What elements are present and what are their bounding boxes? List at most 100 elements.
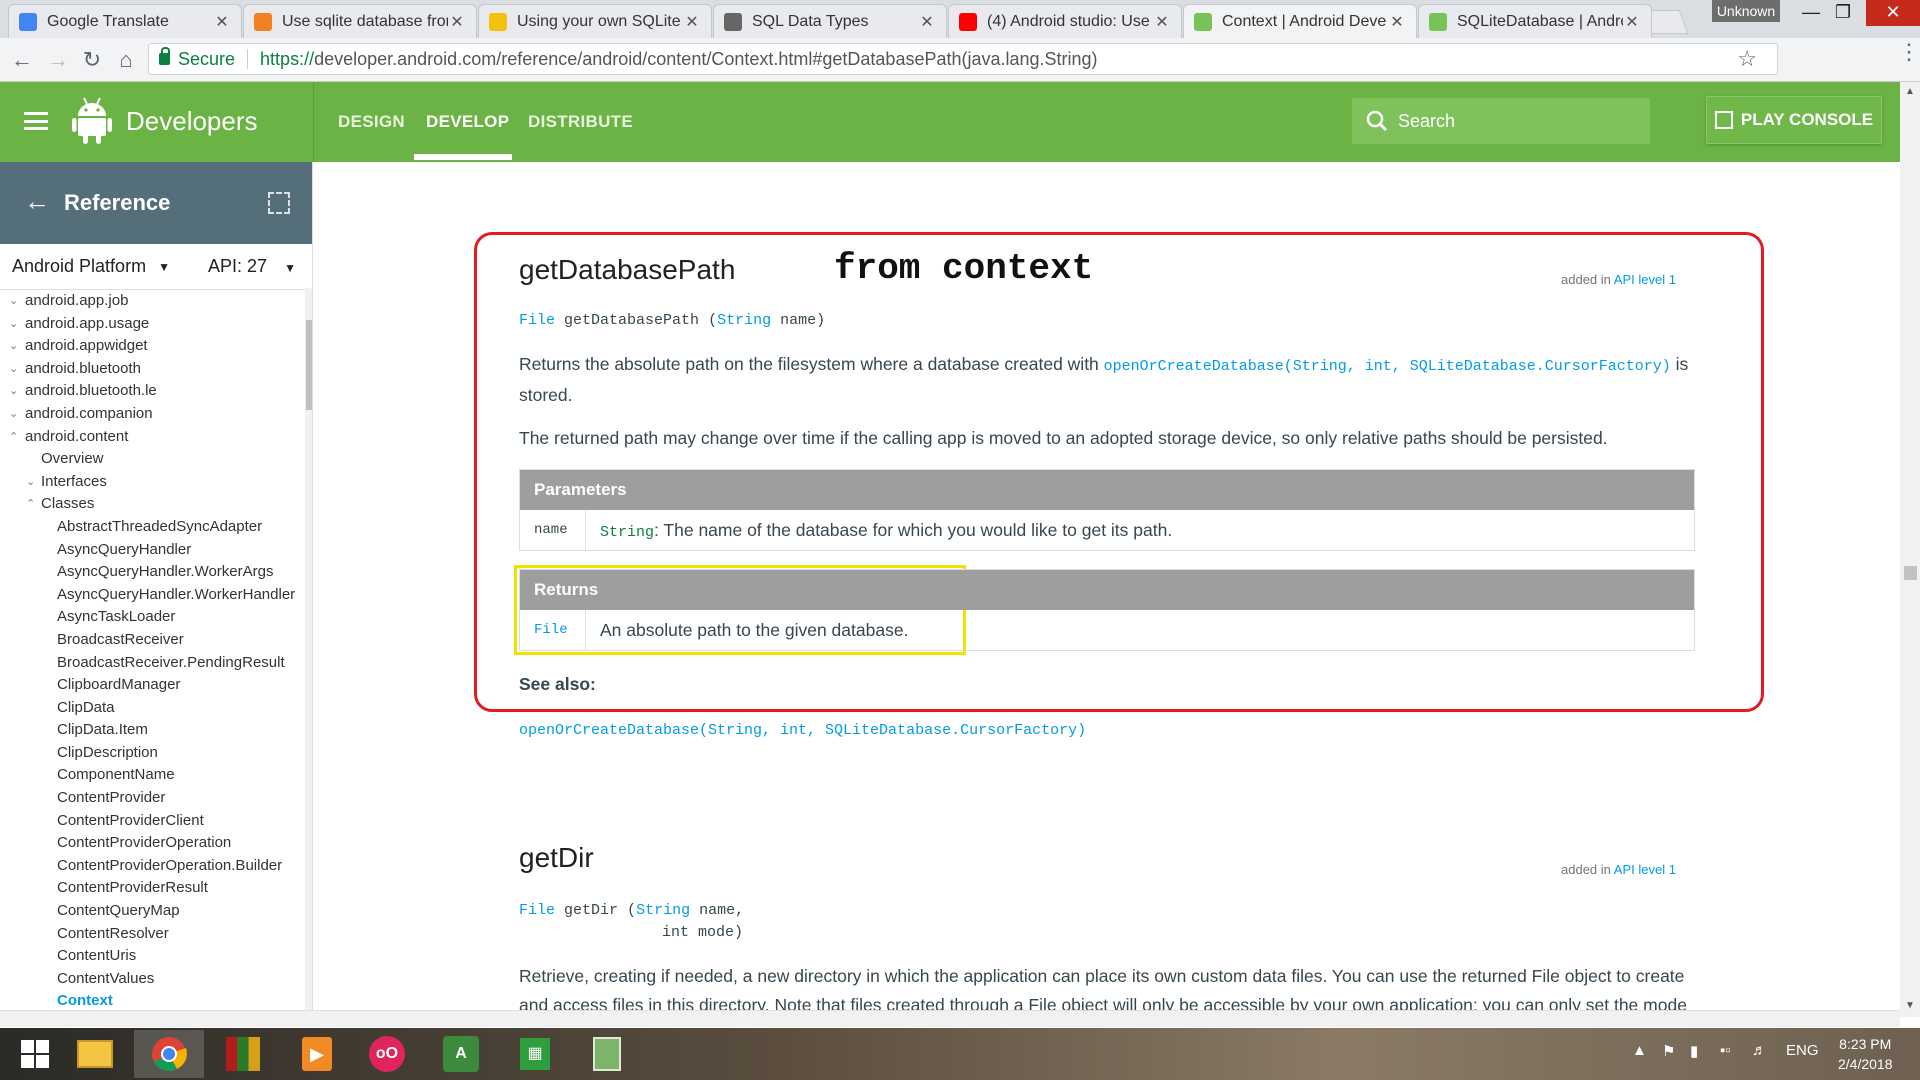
return-type-link[interactable]: File [519, 312, 555, 329]
tab-close-icon[interactable]: ✕ [1623, 12, 1641, 32]
open-or-create-database-link[interactable]: openOrCreateDatabase(String, int, SQLite… [1104, 358, 1671, 375]
sidebar-item[interactable]: ContentResolver [0, 923, 300, 946]
chevron-down-icon[interactable]: ⌄ [26, 471, 35, 494]
fullscreen-icon[interactable] [268, 192, 290, 214]
sidebar-item[interactable]: AsyncQueryHandler.WorkerArgs [0, 561, 300, 584]
phone-app-icon[interactable] [572, 1030, 642, 1078]
browser-tab[interactable]: Use sqlite database from ✕ [243, 4, 477, 38]
brand-title[interactable]: Developers [126, 106, 258, 137]
browser-tab[interactable]: Using your own SQLite ✕ [478, 4, 712, 38]
close-window-icon[interactable]: ✕ [1866, 0, 1920, 26]
tab-close-icon[interactable]: ✕ [1153, 12, 1171, 32]
winrar-icon[interactable] [208, 1030, 278, 1078]
page-scrollbar[interactable]: ▲ ▼ [1900, 82, 1920, 1017]
tab-close-icon[interactable]: ✕ [448, 12, 466, 32]
secure-indicator[interactable]: Secure [159, 47, 235, 70]
bookmark-star-icon[interactable]: ☆ [1737, 46, 1757, 72]
param-type-link[interactable]: String [636, 902, 690, 919]
tray-chevron-up-icon[interactable]: ▲ [1632, 1042, 1647, 1059]
sidebar-item[interactable]: ComponentName [0, 764, 300, 787]
sidebar-item[interactable]: AsyncTaskLoader [0, 606, 300, 629]
sidebar-item[interactable]: ContentProviderOperation.Builder [0, 855, 300, 878]
sidebar-item[interactable]: ContentProviderClient [0, 810, 300, 833]
chevron-down-icon[interactable]: ⌄ [9, 358, 18, 381]
return-type-link[interactable]: File [519, 902, 555, 919]
see-also-link[interactable]: openOrCreateDatabase(String, int, SQLite… [519, 722, 1086, 739]
play-console-button[interactable]: PLAY CONSOLE [1706, 96, 1882, 144]
back-arrow-icon[interactable]: ← [24, 186, 50, 217]
nav-develop[interactable]: DEVELOP [426, 112, 509, 132]
sidebar-item[interactable]: ⌄ android.appwidget [0, 335, 300, 358]
chevron-up-icon[interactable]: ⌃ [26, 493, 35, 516]
browser-tab[interactable]: Context | Android Deve ✕ [1183, 4, 1417, 38]
sidebar-item[interactable]: ContentUris [0, 945, 300, 968]
tab-close-icon[interactable]: ✕ [918, 12, 936, 32]
browser-tab[interactable]: (4) Android studio: Use ✕ [948, 4, 1182, 38]
browser-menu-icon[interactable]: ⋮ [1898, 41, 1920, 63]
nav-design[interactable]: DESIGN [338, 112, 405, 132]
reload-icon[interactable]: ↻ [78, 46, 106, 74]
file-explorer-icon[interactable] [60, 1030, 130, 1078]
sidebar-item[interactable]: ContentProviderResult [0, 877, 300, 900]
sidebar-item[interactable]: ⌄ android.app.usage [0, 313, 300, 336]
sidebar-item[interactable]: ⌃ Classes [0, 493, 300, 516]
sidebar-item[interactable]: ⌄ android.companion [0, 403, 300, 426]
sidebar-item[interactable]: ⌃ android.content [0, 426, 300, 449]
flag-icon[interactable]: ⚑ [1662, 1042, 1675, 1060]
tab-close-icon[interactable]: ✕ [683, 12, 701, 32]
sidebar-item[interactable]: ContentProvider [0, 787, 300, 810]
sidebar-item[interactable]: Overview [0, 448, 300, 471]
network-signal-icon[interactable]: ▪▫ [1720, 1042, 1731, 1059]
browser-tab[interactable]: SQL Data Types ✕ [713, 4, 947, 38]
sidebar-item[interactable]: ContentValues [0, 968, 300, 991]
store-icon[interactable]: ▦ [500, 1030, 570, 1078]
chevron-down-icon[interactable]: ⌄ [9, 380, 18, 403]
android-studio-icon[interactable]: A [426, 1030, 496, 1078]
nav-distribute[interactable]: DISTRIBUTE [528, 112, 633, 132]
sidebar-item[interactable]: ⌄ android.bluetooth.le [0, 380, 300, 403]
sidebar-item[interactable]: ContentQueryMap [0, 900, 300, 923]
battery-icon[interactable]: ▮ [1690, 1042, 1698, 1060]
sidebar-item[interactable]: ⌄ android.app.job [0, 290, 300, 313]
sidebar-item[interactable]: ClipboardManager [0, 674, 300, 697]
sidebar-item[interactable]: ClipData.Item [0, 719, 300, 742]
sidebar-item[interactable]: ContentProviderOperation [0, 832, 300, 855]
param-type-link[interactable]: String [600, 524, 654, 541]
sidebar-scroll-thumb[interactable] [306, 320, 312, 410]
forward-icon[interactable]: → [44, 46, 72, 74]
system-clock[interactable]: 8:23 PM 2/4/2018 [1838, 1034, 1893, 1074]
hamburger-menu-icon[interactable] [24, 112, 48, 130]
sidebar-item[interactable]: ClipDescription [0, 742, 300, 765]
sidebar-item[interactable]: ⌄ android.bluetooth [0, 358, 300, 381]
chevron-down-icon[interactable]: ⌄ [9, 403, 18, 426]
chevron-up-icon[interactable]: ⌃ [9, 426, 18, 449]
platform-selector[interactable]: Android Platform ▼ API: 27 ▼ [0, 244, 312, 290]
flickr-icon[interactable]: oO [352, 1030, 422, 1078]
api-level-link[interactable]: API level 1 [1614, 862, 1676, 877]
android-logo-icon[interactable] [72, 96, 112, 144]
sidebar-item[interactable]: AsyncQueryHandler [0, 539, 300, 562]
sidebar-item[interactable]: BroadcastReceiver.PendingResult [0, 652, 300, 675]
home-icon[interactable]: ⌂ [112, 46, 140, 74]
param-type-link[interactable]: String [717, 312, 771, 329]
language-indicator[interactable]: ENG [1786, 1042, 1819, 1059]
sidebar-item[interactable]: BroadcastReceiver [0, 629, 300, 652]
chrome-icon[interactable] [134, 1030, 204, 1078]
url-field[interactable]: Secure https://developer.android.com/ref… [148, 43, 1778, 75]
return-type-link[interactable]: File [520, 610, 586, 650]
volume-icon[interactable]: ♬ [1752, 1042, 1767, 1059]
chevron-down-icon[interactable]: ⌄ [9, 313, 18, 336]
search-input[interactable]: Search [1352, 98, 1650, 144]
api-level-link[interactable]: API level 1 [1614, 272, 1676, 287]
browser-tab[interactable]: Google Translate ✕ [8, 4, 242, 38]
back-icon[interactable]: ← [8, 46, 36, 74]
maximize-icon[interactable]: ❐ [1820, 0, 1866, 26]
media-player-icon[interactable]: ▶ [282, 1030, 352, 1078]
sidebar-item[interactable]: ClipData [0, 697, 300, 720]
tab-close-icon[interactable]: ✕ [1388, 12, 1406, 32]
browser-tab[interactable]: SQLiteDatabase | Andro ✕ [1418, 4, 1652, 38]
sidebar-item[interactable]: AbstractThreadedSyncAdapter [0, 516, 300, 539]
page-scroll-thumb[interactable] [1904, 566, 1917, 580]
api-level-select[interactable]: API: 27 ▼ [208, 256, 296, 277]
chevron-down-icon[interactable]: ⌄ [9, 290, 18, 313]
